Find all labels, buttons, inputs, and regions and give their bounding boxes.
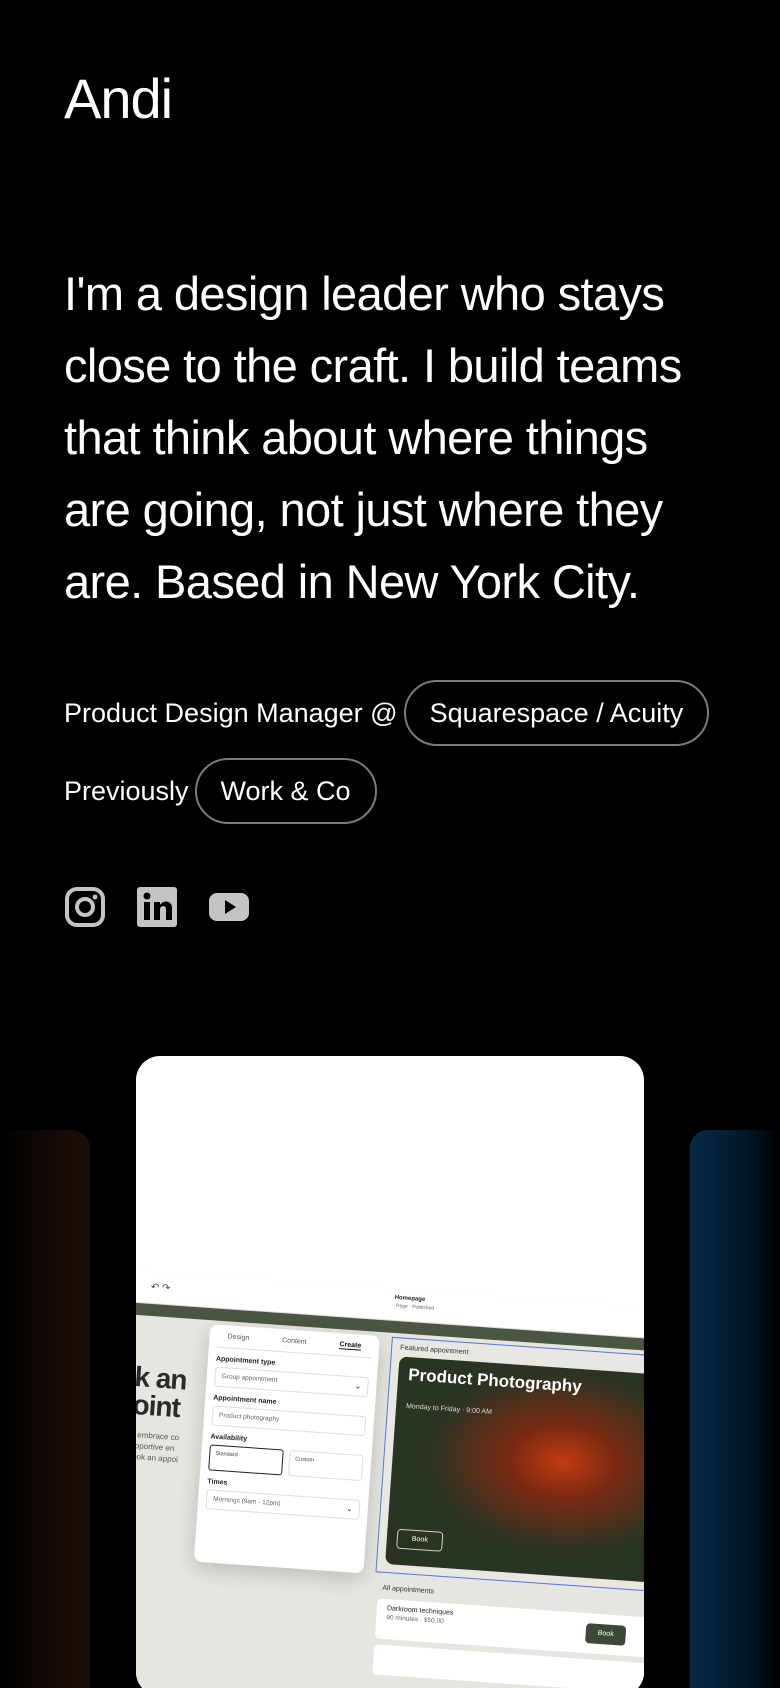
availability-standard: Standard (208, 1444, 284, 1476)
featured-appointment: Featured appointment Product Photography… (375, 1336, 644, 1594)
availability-custom: Custom (287, 1449, 364, 1482)
showcase-card[interactable]: ↶ ↷ Homepage Page · Published ok an poin… (136, 1056, 644, 1688)
youtube-icon[interactable] (208, 886, 250, 928)
product-screenshot: ↶ ↷ Homepage Page · Published ok an poin… (136, 1268, 644, 1688)
previous-role: Previously Work & Co (64, 758, 377, 824)
carousel-card-left[interactable] (0, 1130, 90, 1688)
current-role-label: Product Design Manager @ (64, 697, 398, 728)
tab-design: Design (227, 1333, 250, 1342)
page-status: Page · Published (395, 1303, 435, 1312)
carousel-card-right[interactable] (690, 1130, 780, 1688)
hero-heading: ok an point (136, 1359, 188, 1424)
current-company-link[interactable]: Squarespace / Acuity (403, 680, 710, 746)
tab-content: Content (281, 1337, 307, 1346)
linkedin-icon[interactable] (136, 886, 178, 928)
current-role: Product Design Manager @ Squarespace / A… (64, 680, 710, 746)
all-appointments-label: All appointments (382, 1584, 435, 1596)
panel-tabs: Design Content Create (216, 1332, 372, 1359)
previous-company-link[interactable]: Work & Co (194, 758, 377, 824)
featured-schedule: Monday to Friday · 9:00 AM (405, 1402, 493, 1416)
appointment-type-value: Group appointment (221, 1373, 278, 1384)
page-title: Homepage (394, 1294, 426, 1304)
tab-create: Create (339, 1341, 362, 1351)
undo-redo-icons: ↶ ↷ (150, 1281, 171, 1295)
featured-book-button: Book (396, 1528, 444, 1552)
chevron-down-icon: ⌄ (354, 1381, 362, 1391)
featured-photo: Product Photography Monday to Friday · 9… (385, 1356, 644, 1584)
featured-label: Featured appointment (399, 1344, 469, 1357)
site-name: Andi (64, 67, 173, 130)
featured-title: Product Photography (407, 1365, 583, 1397)
previous-role-label: Previously (64, 775, 189, 806)
chevron-down-icon: ⌄ (345, 1504, 354, 1514)
availability-options: Standard Custom (208, 1444, 364, 1482)
instagram-icon[interactable] (64, 886, 106, 928)
editor-panel: Design Content Create Appointment type G… (193, 1324, 380, 1574)
social-links (64, 886, 250, 928)
times-value: Mornings (9am - 12pm) (212, 1495, 281, 1508)
bio-text: I'm a design leader who stays close to t… (64, 267, 682, 608)
appointment-book-button: Book (585, 1623, 627, 1646)
